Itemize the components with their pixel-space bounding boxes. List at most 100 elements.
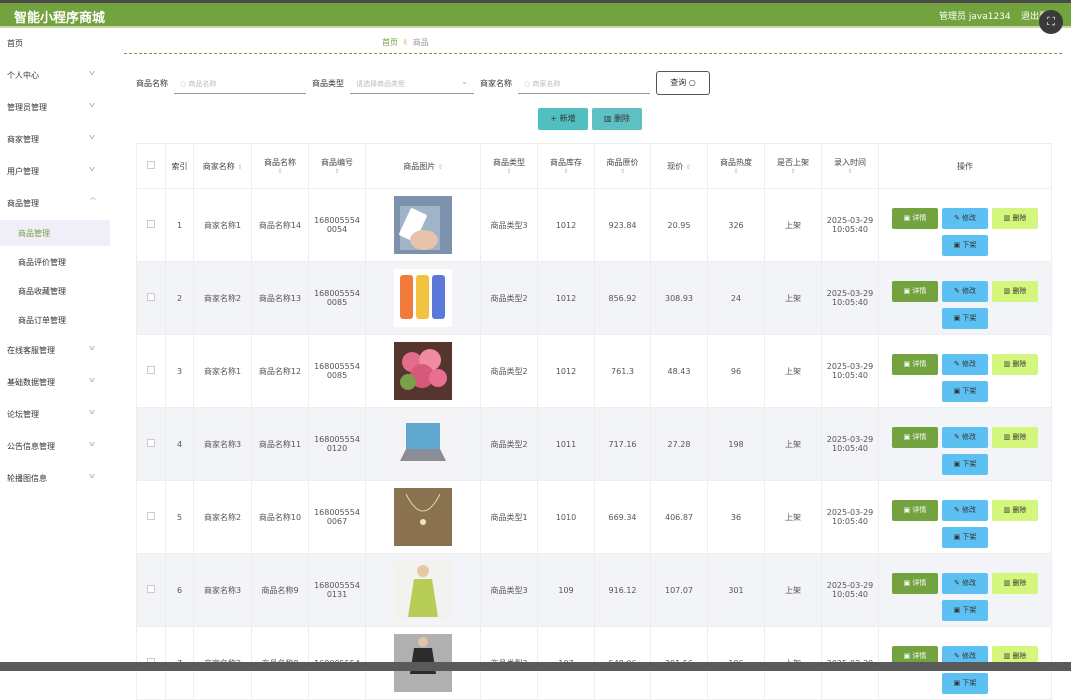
detail-icon: ▣ — [953, 679, 963, 687]
take-down-button[interactable]: ▣ 下架 — [942, 381, 988, 402]
take-down-button[interactable]: ▣ 下架 — [942, 673, 988, 694]
laptop-image[interactable] — [394, 415, 452, 473]
shop-cell: 商家名称2 — [193, 261, 252, 335]
sidebar-subitem-orders[interactable]: 商品订单管理 — [0, 307, 110, 333]
shop-search-input[interactable]: ○ 商家名称 — [518, 73, 650, 94]
code-line: 0131 — [326, 590, 348, 599]
add-button[interactable]: + 新增 — [538, 108, 588, 130]
sidebar-subitem-reviews[interactable]: 商品评价管理 — [0, 249, 110, 275]
breadcrumb-home[interactable]: 首页 — [382, 38, 398, 47]
sidebar-item-service[interactable]: 在线客服管理 v — [0, 340, 110, 360]
row-checkbox[interactable] — [147, 366, 155, 374]
detail-button[interactable]: ▣ 详情 — [892, 427, 938, 448]
necklace-image[interactable] — [394, 488, 452, 546]
col-header-label: 商品编号 — [321, 157, 353, 167]
chevron-down-icon: v — [89, 440, 95, 448]
col-header[interactable]: 商品编号 ⇕ — [308, 143, 366, 189]
sort-icon: ⇕ — [334, 167, 340, 175]
date-line: 2025-03-29 — [826, 435, 874, 444]
take-down-button[interactable]: ▣ 下架 — [942, 527, 988, 548]
col-header[interactable]: 商品名称 ⇕ — [251, 143, 309, 189]
time-line: 10:05:40 — [832, 225, 868, 234]
take-down-button[interactable]: ▣ 下架 — [942, 308, 988, 329]
sidebar-item-label: 论坛管理 — [7, 410, 39, 419]
col-header-label: 商品库存 — [550, 157, 582, 167]
delete-row-button[interactable]: ▥ 删除 — [992, 354, 1038, 375]
delete-button[interactable]: ▥ 删除 — [592, 108, 642, 130]
date-cell: 2025-03-29 10:05:40 — [821, 407, 879, 481]
col-header[interactable]: 录入时间 ⇕ — [821, 143, 879, 189]
col-header[interactable]: 商家名称 ⇕ — [193, 143, 252, 189]
ops-cell: ▣ 详情 ✎ 修改 ▥ 删除 ▣ 下架 — [878, 407, 1052, 481]
row-checkbox[interactable] — [147, 512, 155, 520]
trash-icon: ▥ — [603, 114, 615, 123]
phone-hand-image[interactable] — [394, 196, 452, 254]
take-down-button[interactable]: ▣ 下架 — [942, 600, 988, 621]
query-button[interactable]: 查询 ○ — [656, 71, 710, 95]
detail-button-label: 详情 — [912, 579, 927, 587]
row-checkbox[interactable] — [147, 585, 155, 593]
edit-button[interactable]: ✎ 修改 — [942, 427, 988, 448]
dress-image[interactable] — [394, 561, 452, 619]
flowers-image[interactable] — [394, 342, 452, 400]
edit-button[interactable]: ✎ 修改 — [942, 573, 988, 594]
sidebar-item-forum[interactable]: 论坛管理 v — [0, 404, 110, 424]
sidebar-item-shops[interactable]: 商家管理 v — [0, 129, 110, 149]
index-cell: 6 — [165, 553, 194, 627]
delete-row-button[interactable]: ▥ 删除 — [992, 281, 1038, 302]
delete-row-button[interactable]: ▥ 删除 — [992, 500, 1038, 521]
col-header[interactable]: 商品库存 ⇕ — [537, 143, 595, 189]
name-search-placeholder: 商品名称 — [188, 80, 217, 88]
take-down-button[interactable]: ▣ 下架 — [942, 235, 988, 256]
take-down-button-label: 下架 — [962, 460, 977, 468]
chevron-down-icon: v — [89, 165, 95, 173]
col-header[interactable]: 是否上架 ⇕ — [764, 143, 822, 189]
heat-cell: 198 — [707, 407, 765, 481]
sidebar-item-admins[interactable]: 管理员管理 v — [0, 97, 110, 117]
col-header[interactable]: 商品原价 ⇕ — [594, 143, 651, 189]
detail-button[interactable]: ▣ 详情 — [892, 208, 938, 229]
delete-row-button[interactable]: ▥ 删除 — [992, 208, 1038, 229]
add-button-label: 新增 — [559, 114, 576, 123]
select-all-checkbox[interactable] — [147, 161, 155, 169]
sidebar-subitem-favorites[interactable]: 商品收藏管理 — [0, 278, 110, 304]
edit-button[interactable]: ✎ 修改 — [942, 281, 988, 302]
col-header[interactable]: 商品图片 ⇕ — [365, 143, 481, 189]
col-header[interactable]: 商品类型 ⇕ — [480, 143, 538, 189]
delete-row-button[interactable]: ▥ 删除 — [992, 573, 1038, 594]
sidebar-item-home[interactable]: 首页 — [0, 33, 110, 53]
detail-button[interactable]: ▣ 详情 — [892, 354, 938, 375]
col-header[interactable]: 商品热度 ⇕ — [707, 143, 765, 189]
col-header[interactable]: 现价 ⇕ — [650, 143, 708, 189]
row-checkbox[interactable] — [147, 439, 155, 447]
phones-image[interactable] — [394, 269, 452, 327]
sidebar-item-users[interactable]: 用户管理 v — [0, 161, 110, 181]
take-down-button[interactable]: ▣ 下架 — [942, 454, 988, 475]
fullscreen-icon[interactable]: ⛶ — [1039, 10, 1063, 34]
col-header[interactable]: 索引 — [165, 143, 194, 189]
sidebar-item-profile[interactable]: 个人中心 v — [0, 65, 110, 85]
row-checkbox[interactable] — [147, 293, 155, 301]
type-select[interactable]: 请选择商品类型 ⌄ — [350, 73, 474, 94]
sidebar-item-carousel[interactable]: 轮播图信息 v — [0, 468, 110, 488]
detail-button[interactable]: ▣ 详情 — [892, 500, 938, 521]
detail-button[interactable]: ▣ 详情 — [892, 281, 938, 302]
detail-button-label: 详情 — [912, 506, 927, 514]
sidebar-item-basedata[interactable]: 基础数据管理 v — [0, 372, 110, 392]
sidebar-item-goods[interactable]: 商品管理 ^ — [0, 193, 110, 213]
sidebar-item-label: 管理员管理 — [7, 103, 47, 112]
take-down-button-label: 下架 — [962, 241, 977, 249]
row-checkbox[interactable] — [147, 220, 155, 228]
edit-button[interactable]: ✎ 修改 — [942, 354, 988, 375]
name-cell: 商品名称14 — [251, 188, 309, 262]
name-search-input[interactable]: ○ 商品名称 — [174, 73, 306, 94]
sidebar-item-notice[interactable]: 公告信息管理 v — [0, 436, 110, 456]
edit-button[interactable]: ✎ 修改 — [942, 208, 988, 229]
sidebar-subitem-goods[interactable]: 商品管理 — [0, 220, 110, 246]
delete-row-button[interactable]: ▥ 删除 — [992, 427, 1038, 448]
heat-cell: 326 — [707, 188, 765, 262]
edit-button-label: 修改 — [962, 652, 977, 660]
table-header-row: 索引 商家名称 ⇕ 商品名称 ⇕ 商品编号 ⇕ 商品图片 ⇕ 商品类型 ⇕ 商品库存 ⇕… — [136, 143, 1052, 189]
detail-button[interactable]: ▣ 详情 — [892, 573, 938, 594]
edit-button[interactable]: ✎ 修改 — [942, 500, 988, 521]
